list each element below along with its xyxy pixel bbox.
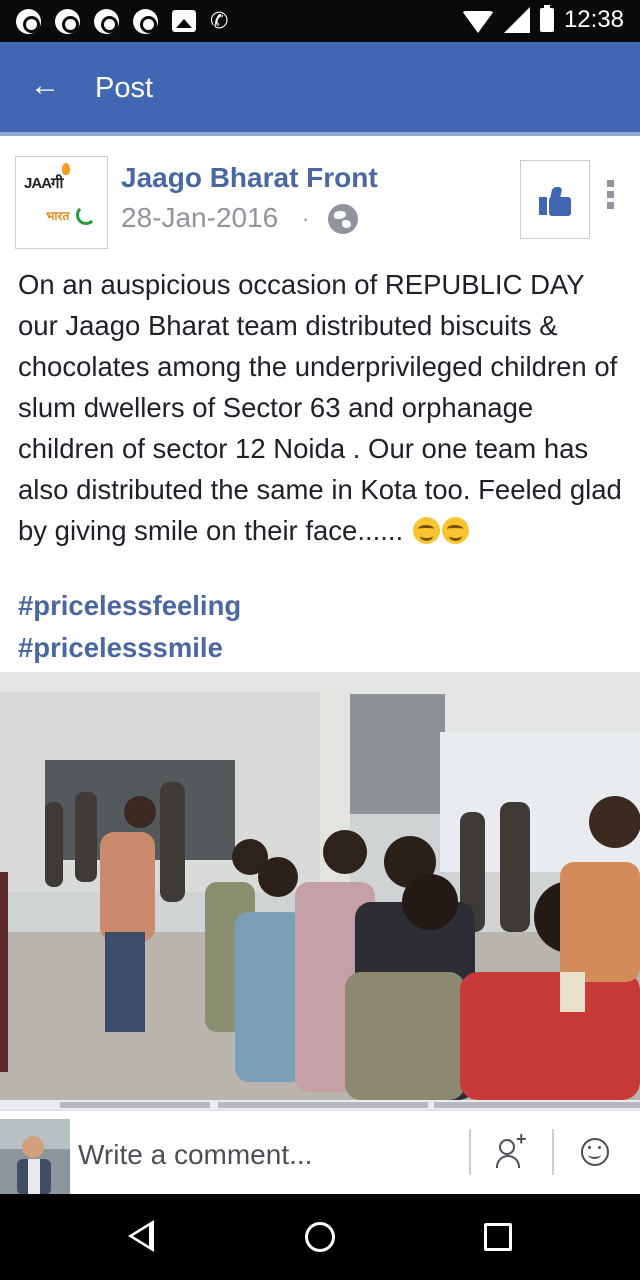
notification-icons: ✆ <box>16 9 236 34</box>
hashtag-link[interactable]: #pricelesssmile <box>18 632 223 664</box>
signal-icon <box>503 7 530 33</box>
photo-strip <box>0 1100 640 1110</box>
date-separator: · <box>302 206 310 231</box>
photo-children-queue <box>0 672 640 1100</box>
avatar[interactable] <box>0 1119 70 1195</box>
back-icon[interactable] <box>128 1220 154 1252</box>
swoosh-icon <box>76 205 96 225</box>
back-arrow-icon[interactable]: ← <box>30 70 62 102</box>
smiling-face-emoji <box>412 517 440 544</box>
comment-input[interactable] <box>78 1135 458 1175</box>
page-title: Post <box>95 72 154 104</box>
divider <box>552 1129 554 1175</box>
tag-friends-icon[interactable]: + <box>496 1129 530 1171</box>
page-logo[interactable]: JAAगी भारत <box>15 156 108 249</box>
recents-icon[interactable] <box>484 1223 512 1251</box>
smiling-face-emoji <box>441 517 469 544</box>
post-photo[interactable] <box>0 672 640 1100</box>
like-page-button[interactable] <box>520 160 590 239</box>
logo-text-bottom: भारत <box>46 209 70 223</box>
post-body-text: On an auspicious occasion of REPUBLIC DA… <box>18 269 622 546</box>
wifi-icon <box>461 11 494 33</box>
thumbs-up-icon <box>539 187 573 217</box>
post-body: On an auspicious occasion of REPUBLIC DA… <box>18 264 628 551</box>
divider <box>469 1129 471 1175</box>
missed-call-icon: ✆ <box>210 8 229 33</box>
comment-bar: + <box>0 1110 640 1195</box>
globe-icon <box>328 204 358 234</box>
chrome-icon <box>16 9 41 34</box>
home-icon[interactable] <box>305 1222 335 1252</box>
clock: 12:38 <box>563 6 624 33</box>
post-date[interactable]: 28-Jan-2016 <box>121 202 278 234</box>
more-options-icon[interactable] <box>607 180 617 214</box>
chrome-icon <box>133 9 158 34</box>
navigation-bar <box>0 1194 640 1280</box>
hashtag-link[interactable]: #pricelessfeeling <box>18 590 241 622</box>
logo-text-top: JAAगी <box>24 175 63 192</box>
chrome-icon <box>55 9 80 34</box>
flame-icon <box>62 163 70 175</box>
battery-icon <box>539 5 554 32</box>
chrome-icon <box>94 9 119 34</box>
system-icons: 12:38 <box>461 5 624 34</box>
status-bar: ✆ 12:38 <box>0 0 640 42</box>
page-name-link[interactable]: Jaago Bharat Front <box>121 162 378 194</box>
app-bar: ← Post <box>0 42 640 136</box>
emoji-icon[interactable] <box>581 1138 609 1166</box>
post-header: JAAगी भारत Jaago Bharat Front 28-Jan-201… <box>0 140 640 260</box>
image-icon <box>172 10 196 32</box>
